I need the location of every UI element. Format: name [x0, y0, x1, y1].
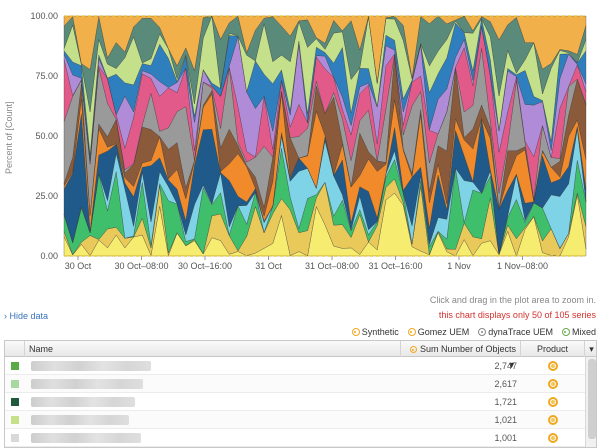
y-tick-label: 0.00 [40, 251, 58, 261]
series-color-swatch [11, 416, 19, 424]
y-tick-label: 100.00 [30, 11, 58, 21]
zoom-hint: Click and drag in the plot area to zoom … [429, 295, 596, 305]
series-color-swatch [11, 398, 19, 406]
chart-area[interactable]: 0.00 25.00 50.00 75.00 100.00 30 Oct 30 Oct–08… [0, 0, 600, 285]
x-tick-label: 1 Nov [447, 261, 471, 271]
x-tick-label: 31 Oct [255, 261, 282, 271]
legend-label: dynaTrace UEM [488, 327, 553, 337]
y-axis-label: Percent of [Count] [4, 101, 14, 174]
series-color-swatch [11, 362, 19, 370]
redacted-name [31, 397, 135, 407]
table-row[interactable]: 1,021 [5, 411, 585, 429]
redacted-name [31, 433, 141, 443]
legend-label: Synthetic [361, 327, 399, 337]
sum-value: 1,721 [494, 397, 517, 407]
synthetic-icon [548, 415, 558, 425]
header-product[interactable]: Product [521, 341, 585, 357]
synthetic-icon [548, 433, 558, 443]
x-axis: 30 Oct 30 Oct–08:00 30 Oct–16:00 31 Oct 31 O… [65, 256, 548, 271]
legend-mixed[interactable]: Mixed [561, 327, 596, 337]
x-tick-label: 1 Nov–08:00 [497, 261, 548, 271]
sum-value: 1,001 [494, 433, 517, 443]
area-series-group [63, 15, 587, 257]
redacted-name [31, 379, 143, 389]
x-tick-label: 30 Oct–08:00 [114, 261, 168, 271]
table-row[interactable]: 1,721 [5, 393, 585, 411]
table-body: 2,747 2,617 1,721 1,021 1,001 [5, 357, 585, 447]
x-tick-label: 31 Oct–08:00 [305, 261, 359, 271]
sum-value: 2,617 [494, 379, 517, 389]
x-tick-label: 30 Oct–16:00 [178, 261, 232, 271]
header-name[interactable]: Name [25, 341, 401, 357]
header-sum-objects[interactable]: Sum Number of Objects ▼ [401, 341, 521, 370]
y-tick-label: 50.00 [35, 131, 58, 141]
legend-synthetic[interactable]: Synthetic [351, 327, 399, 337]
header-swatch-col [5, 341, 25, 357]
series-color-swatch [11, 434, 19, 442]
synthetic-icon [351, 328, 360, 336]
y-tick-label: 75.00 [35, 71, 58, 81]
x-tick-label: 30 Oct [65, 261, 92, 271]
redacted-name [31, 361, 151, 371]
gomez-uem-icon [407, 328, 416, 336]
column-menu-icon[interactable]: ▾ [585, 341, 596, 357]
table-row[interactable]: 2,617 [5, 375, 585, 393]
product-legend: Synthetic Gomez UEM dynaTrace UEM Mixed [351, 327, 596, 337]
legend-gomez-uem[interactable]: Gomez UEM [407, 327, 470, 337]
synthetic-icon [548, 361, 558, 371]
x-tick-label: 31 Oct–16:00 [368, 261, 422, 271]
legend-label: Gomez UEM [417, 327, 470, 337]
hide-data-link[interactable]: › Hide data [4, 311, 48, 321]
table-row[interactable]: 2,747 [5, 357, 585, 375]
scrollbar-thumb[interactable] [588, 359, 596, 439]
redacted-name [31, 415, 129, 425]
y-tick-label: 25.00 [35, 191, 58, 201]
legend-dynatrace-uem[interactable]: dynaTrace UEM [478, 327, 553, 337]
synthetic-icon [409, 346, 417, 353]
dynatrace-uem-icon [478, 328, 487, 336]
sum-value: 2,747 [494, 361, 517, 371]
sum-value: 1,021 [494, 415, 517, 425]
table-row[interactable]: 1,001 [5, 429, 585, 447]
mixed-icon [561, 328, 570, 336]
table-header: Name Sum Number of Objects ▼ Product ▾ [5, 341, 596, 370]
series-limit-note: this chart displays only 50 of 105 serie… [438, 310, 596, 320]
table-scrollbar[interactable] [585, 357, 596, 447]
synthetic-icon [548, 379, 558, 389]
series-color-swatch [11, 380, 19, 388]
synthetic-icon [548, 397, 558, 407]
series-table: Name Sum Number of Objects ▼ Product ▾ 2… [4, 340, 597, 448]
legend-label: Mixed [571, 327, 596, 337]
y-axis: 0.00 25.00 50.00 75.00 100.00 [30, 11, 58, 261]
stacked-area-chart[interactable]: 0.00 25.00 50.00 75.00 100.00 30 Oct 30 Oct–08… [0, 0, 600, 285]
